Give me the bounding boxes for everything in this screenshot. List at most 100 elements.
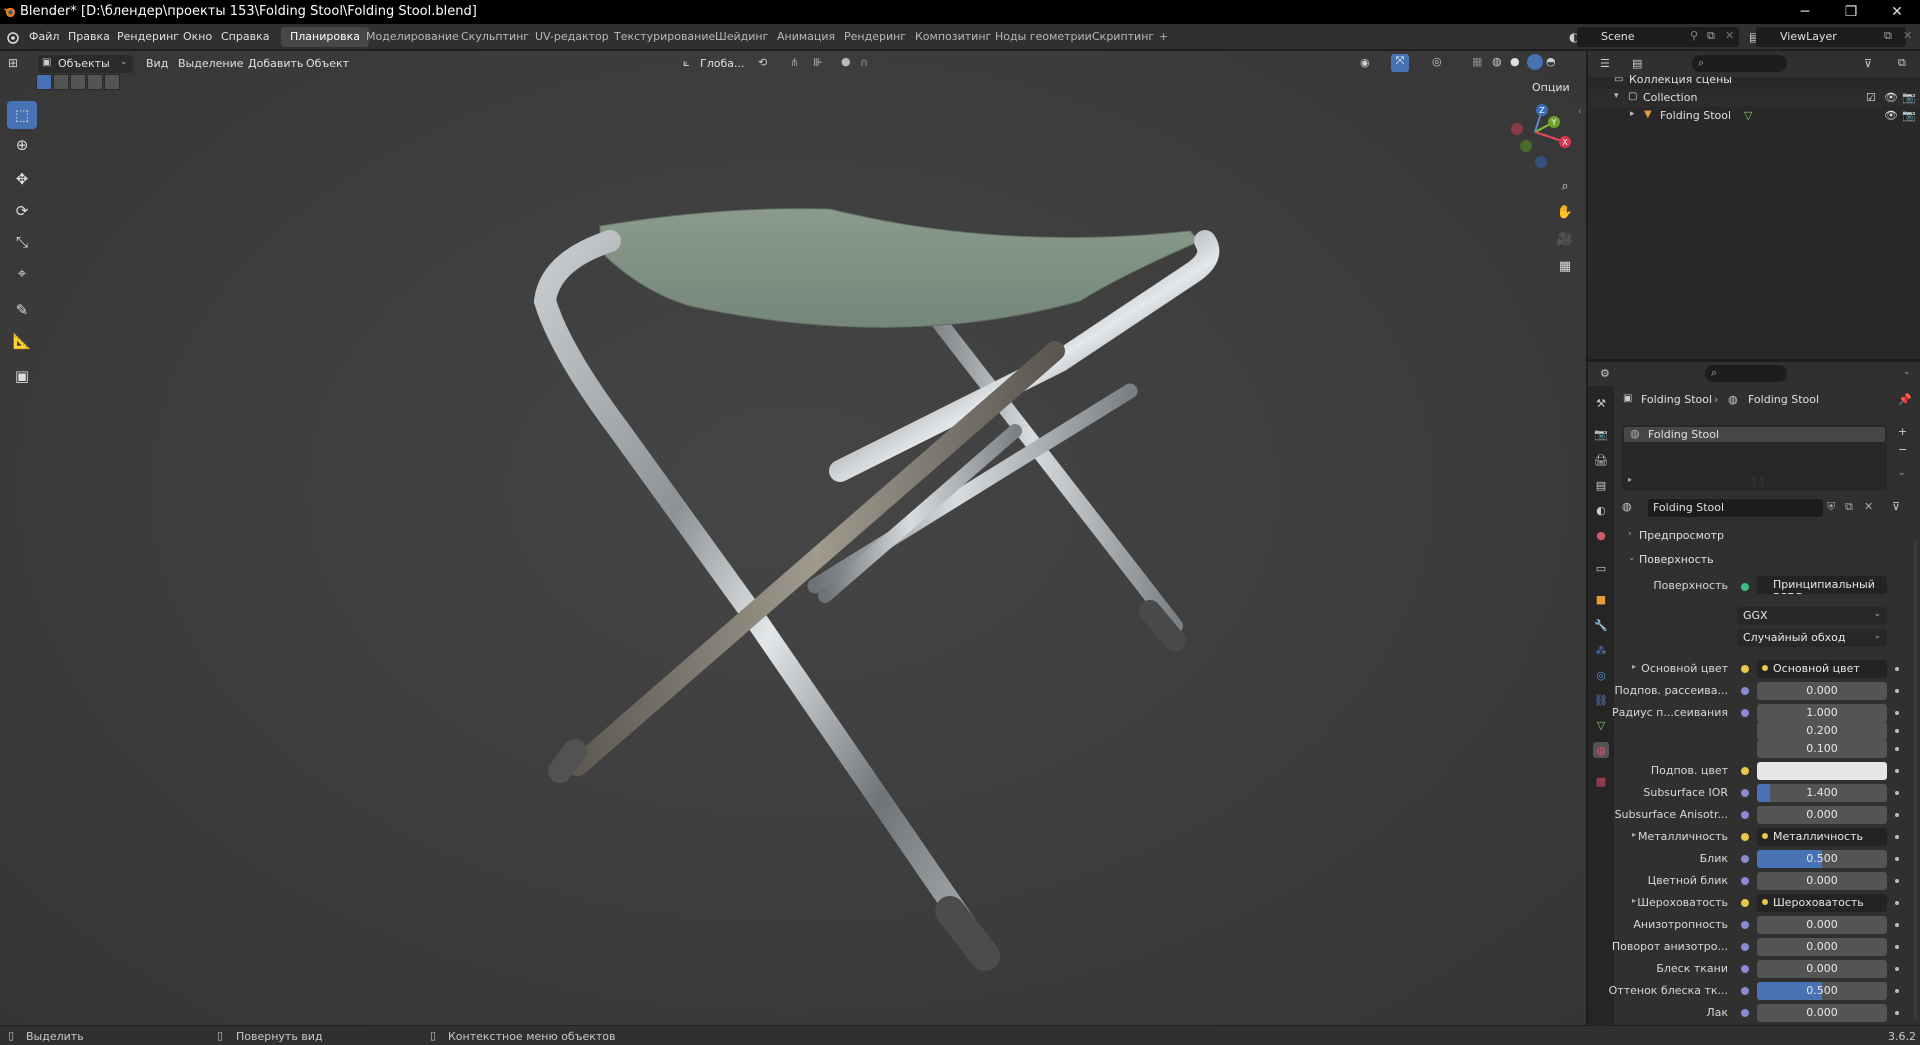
maximize-button[interactable]: ❐ xyxy=(1828,0,1874,24)
input-socket-dot[interactable] xyxy=(1741,943,1749,951)
zoom-icon[interactable]: ⌕ xyxy=(1554,175,1576,197)
overlays-icon[interactable]: ◎ xyxy=(1432,55,1442,68)
subsurface-method-dropdown[interactable]: Случайный обход ⌄ xyxy=(1737,629,1887,647)
expand-input-icon[interactable]: ▸ xyxy=(1632,662,1636,671)
transform-tool-icon[interactable]: ⌖ xyxy=(7,259,37,287)
falloff-icon[interactable]: ∩ xyxy=(860,56,868,69)
input-socket-dot[interactable] xyxy=(1741,811,1749,819)
keyframe-dot[interactable] xyxy=(1895,945,1899,949)
slot-list-expand-icon[interactable]: ▸ xyxy=(1628,475,1632,484)
proportional-edit-icon[interactable]: ● xyxy=(841,55,851,68)
slot-specials-chevron-icon[interactable]: ⌄ xyxy=(1898,468,1906,478)
select-new-icon[interactable] xyxy=(36,74,52,90)
add-material-slot-icon[interactable]: + xyxy=(1898,425,1907,438)
expand-object-icon[interactable]: ▸ xyxy=(1630,109,1635,119)
menu-window[interactable]: Окно xyxy=(183,30,212,43)
move-tool-icon[interactable]: ✥ xyxy=(7,165,37,193)
scene-tab-icon[interactable]: ◐ xyxy=(1593,502,1609,518)
sidebar-toggle-icon[interactable]: ‹ xyxy=(1578,107,1582,117)
measure-tool-icon[interactable]: 📐 xyxy=(7,327,37,355)
linked-input-field[interactable]: Металличность xyxy=(1757,828,1887,846)
outliner-row-folding-stool[interactable]: ▸ ▼ Folding Stool ▽ 👁 📷 xyxy=(1588,107,1920,125)
close-window-button[interactable]: ✕ xyxy=(1874,0,1920,24)
keyframe-dot[interactable] xyxy=(1895,747,1899,751)
menu-view[interactable]: Вид xyxy=(146,57,168,70)
tab-layout[interactable]: Планировка xyxy=(281,27,369,47)
numeric-slider[interactable]: 0.000 xyxy=(1757,960,1887,978)
snap-target-icon[interactable]: ⊪ xyxy=(813,56,823,69)
input-socket-dot[interactable] xyxy=(1741,987,1749,995)
keyframe-dot[interactable] xyxy=(1895,901,1899,905)
annotate-tool-icon[interactable]: ✎ xyxy=(7,296,37,324)
delete-scene-icon[interactable]: ✕ xyxy=(1725,29,1734,42)
material-link-filter-icon[interactable]: ⊽ xyxy=(1892,500,1900,513)
surface-panel-header[interactable]: ⌄ Поверхность xyxy=(1622,551,1912,569)
keyframe-dot[interactable] xyxy=(1895,967,1899,971)
menu-add[interactable]: Добавить xyxy=(248,57,303,70)
delete-view-layer-icon[interactable]: ✕ xyxy=(1903,29,1912,42)
solid-shading-icon[interactable]: ● xyxy=(1510,55,1520,68)
particles-tab-icon[interactable]: ⁂ xyxy=(1593,642,1609,658)
camera-view-icon[interactable]: 🎥 xyxy=(1554,228,1576,250)
select-intersect-icon[interactable] xyxy=(104,74,120,90)
numeric-slider[interactable]: 0.500 xyxy=(1757,850,1887,868)
transform-orientation-dropdown[interactable]: Глоба... xyxy=(700,57,744,70)
expand-collection-icon[interactable]: ▾ xyxy=(1614,91,1619,101)
data-tab-icon[interactable]: ▽ xyxy=(1593,717,1609,733)
filter-icon[interactable]: ⊽ xyxy=(1864,57,1872,70)
input-socket-dot[interactable] xyxy=(1741,833,1749,841)
pivot-point-icon[interactable]: ⟲ xyxy=(758,56,767,69)
material-tab-icon[interactable]: ◍ xyxy=(1593,742,1609,758)
cursor-tool-icon[interactable]: ⊕ xyxy=(7,131,37,159)
material-preview-shading-icon[interactable] xyxy=(1527,54,1543,70)
input-socket-dot[interactable] xyxy=(1741,921,1749,929)
input-socket-dot[interactable] xyxy=(1741,965,1749,973)
input-socket-dot[interactable] xyxy=(1741,1009,1749,1017)
rotate-tool-icon[interactable]: ⟳ xyxy=(7,197,37,225)
keyframe-dot[interactable] xyxy=(1895,857,1899,861)
keyframe-dot[interactable] xyxy=(1895,1011,1899,1015)
keyframe-dot[interactable] xyxy=(1895,769,1899,773)
duplicate-material-icon[interactable]: ⧉ xyxy=(1845,500,1853,514)
numeric-slider[interactable]: 0.000 xyxy=(1757,806,1887,824)
constraints-tab-icon[interactable]: ⛓ xyxy=(1593,692,1609,708)
perspective-toggle-icon[interactable]: ▦ xyxy=(1554,255,1576,277)
world-tab-icon[interactable]: ● xyxy=(1593,527,1609,543)
output-tab-icon[interactable]: 🖨 xyxy=(1593,452,1609,468)
select-extend-icon[interactable] xyxy=(53,74,69,90)
fake-user-shield-icon[interactable]: ⛨ xyxy=(1827,500,1835,514)
wireframe-shading-icon[interactable]: ◍ xyxy=(1492,55,1502,68)
modifiers-tab-icon[interactable]: 🔧 xyxy=(1593,617,1609,633)
numeric-slider[interactable]: 0.000 xyxy=(1757,916,1887,934)
remove-material-slot-icon[interactable]: − xyxy=(1898,443,1907,456)
options-dropdown[interactable]: Опции xyxy=(1524,79,1576,97)
keyframe-dot[interactable] xyxy=(1895,667,1899,671)
blender-menu-icon[interactable] xyxy=(5,30,19,44)
input-socket-dot[interactable] xyxy=(1741,665,1749,673)
input-socket-dot[interactable] xyxy=(1741,877,1749,885)
pin-icon[interactable]: 📌 xyxy=(1898,393,1912,406)
render-camera-icon[interactable]: 📷 xyxy=(1902,91,1916,104)
properties-editor-icon[interactable]: ⚙ xyxy=(1600,367,1610,380)
numeric-slider[interactable]: 1.400 xyxy=(1757,784,1887,802)
collection-tab-icon[interactable]: ▭ xyxy=(1593,560,1609,576)
keyframe-dot[interactable] xyxy=(1895,835,1899,839)
tool-tab-icon[interactable]: ⚒ xyxy=(1593,395,1609,411)
keyframe-dot[interactable] xyxy=(1895,711,1899,715)
distribution-dropdown[interactable]: GGX ⌄ xyxy=(1737,607,1887,625)
mesh-data-icon[interactable]: ▽ xyxy=(1744,109,1752,122)
xray-icon[interactable]: ▦ xyxy=(1472,55,1482,68)
object-render-camera-icon[interactable]: 📷 xyxy=(1902,109,1916,122)
interaction-mode-dropdown[interactable]: ▣ Объекты ⌄ xyxy=(38,55,133,73)
new-scene-icon[interactable]: ⧉ xyxy=(1707,29,1715,43)
pin-scene-icon[interactable]: ⚲ xyxy=(1690,29,1698,42)
exclude-checkbox-icon[interactable]: ☑ xyxy=(1866,91,1876,104)
snap-icon[interactable]: ⋔ xyxy=(790,56,799,69)
color-swatch[interactable] xyxy=(1757,762,1887,780)
numeric-slider[interactable]: 1.000 xyxy=(1757,704,1887,722)
tab-uv-editing[interactable]: UV-редактор xyxy=(526,27,618,47)
properties-scrollbar[interactable] xyxy=(1914,540,1917,1020)
minimize-button[interactable]: ─ xyxy=(1782,0,1828,24)
keyframe-dot[interactable] xyxy=(1895,923,1899,927)
properties-search-input[interactable]: ⌕ xyxy=(1705,365,1787,382)
